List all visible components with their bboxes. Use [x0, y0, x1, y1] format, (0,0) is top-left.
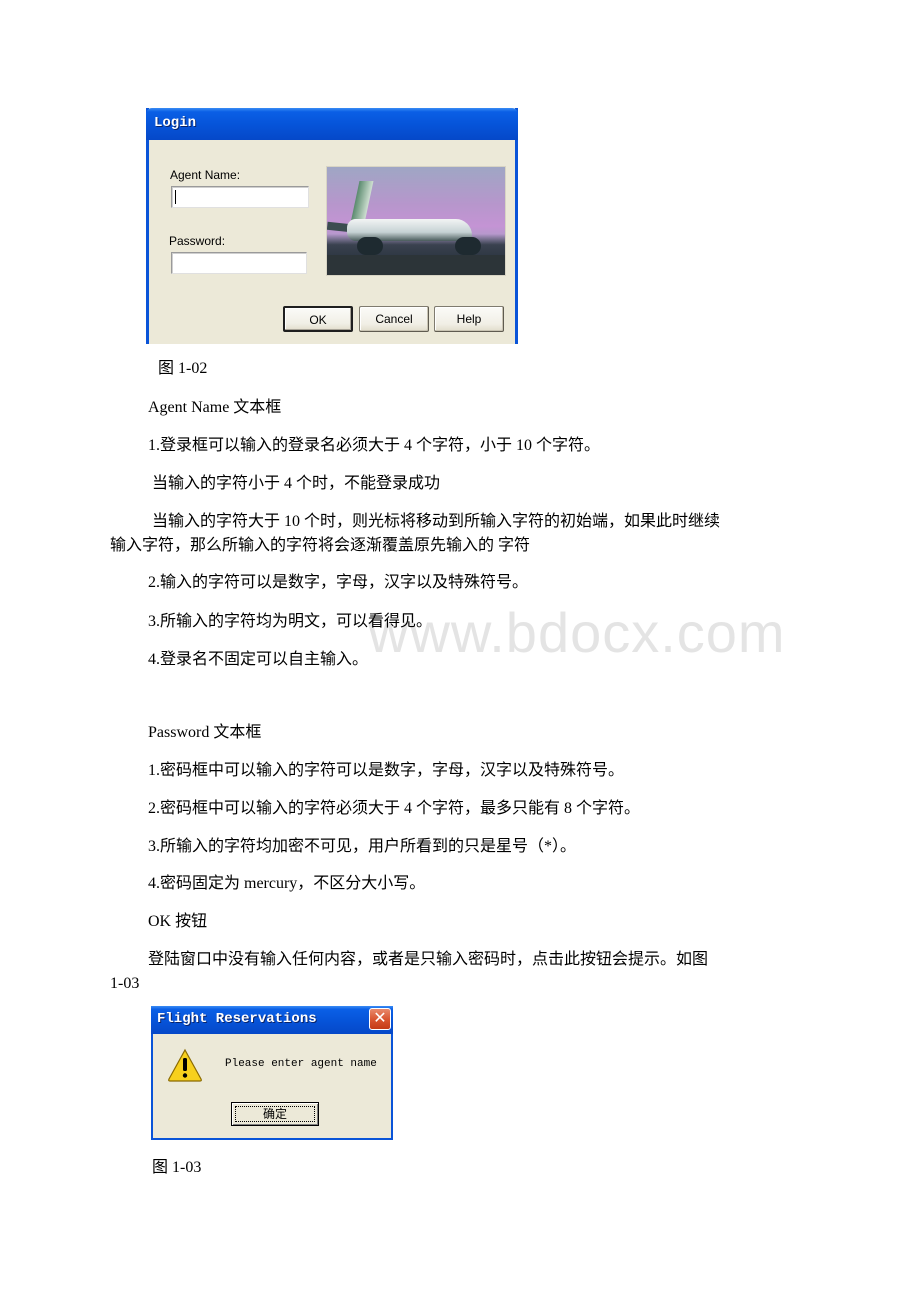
- section-heading-agent-name: Agent Name 文本框: [148, 399, 282, 416]
- paragraph: 输入字符，那么所输入的字符将会逐渐覆盖原先输入的 字符: [110, 537, 531, 554]
- paragraph: 1.密码框中可以输入的字符可以是数字，字母，汉字以及特殊符号。: [148, 762, 625, 779]
- message-title-bar: Flight Reservations ✕: [151, 1006, 393, 1034]
- text-caret: [175, 190, 176, 204]
- runway: [327, 255, 505, 275]
- confirm-button-label: 确定: [235, 1106, 315, 1122]
- paragraph: 3.所输入的字符均加密不可见，用户所看到的只是星号（*）。: [148, 838, 577, 855]
- message-title: Flight Reservations: [157, 1011, 317, 1027]
- paragraph: 2.输入的字符可以是数字，字母，汉字以及特殊符号。: [148, 574, 529, 591]
- paragraph: 3.所输入的字符均为明文，可以看得见。: [148, 613, 433, 630]
- paragraph: 登陆窗口中没有输入任何内容，或者是只输入密码时，点击此按钮会提示。如图: [148, 951, 709, 968]
- help-button[interactable]: Help: [434, 306, 504, 332]
- paragraph: 当输入的字符大于 10 个时，则光标将移动到所输入字符的初始端，如果此时继续: [152, 513, 721, 530]
- login-dialog: Login Agent Name: Password: OK Cancel He…: [146, 108, 518, 344]
- paragraph: 2.密码框中可以输入的字符必须大于 4 个字符，最多只能有 8 个字符。: [148, 800, 641, 817]
- airplane-photo: [326, 166, 506, 276]
- confirm-button[interactable]: 确定: [231, 1102, 319, 1126]
- cancel-button[interactable]: Cancel: [359, 306, 429, 332]
- agent-name-label: Agent Name:: [170, 168, 241, 182]
- figure-caption: 图 1-02: [158, 360, 208, 377]
- figure-caption: 图 1-03: [152, 1159, 202, 1176]
- paragraph: 4.密码固定为 mercury，不区分大小写。: [148, 875, 426, 892]
- ok-button[interactable]: OK: [283, 306, 353, 332]
- close-icon[interactable]: ✕: [369, 1008, 391, 1030]
- plane-tail: [350, 181, 374, 223]
- watermark: www.bdocx.com: [368, 601, 786, 664]
- login-title-bar: Login: [146, 108, 518, 140]
- paragraph: 1.登录框可以输入的登录名必须大于 4 个字符，小于 10 个字符。: [148, 437, 601, 454]
- section-heading-ok-button: OK 按钮: [148, 913, 208, 930]
- message-dialog: Flight Reservations ✕ Please enter agent…: [151, 1006, 393, 1140]
- password-label: Password:: [169, 234, 226, 248]
- paragraph: 当输入的字符小于 4 个时，不能登录成功: [152, 475, 441, 492]
- message-text: Please enter agent name: [225, 1058, 377, 1070]
- section-heading-password: Password 文本框: [148, 724, 262, 741]
- agent-name-input[interactable]: [171, 186, 309, 208]
- paragraph: 1-03: [110, 975, 140, 992]
- plane-engine: [455, 237, 481, 255]
- paragraph: 4.登录名不固定可以自主输入。: [148, 651, 369, 668]
- login-title: Login: [154, 115, 197, 131]
- plane-engine: [357, 237, 383, 255]
- warning-icon: [168, 1048, 202, 1082]
- password-input[interactable]: [171, 252, 307, 274]
